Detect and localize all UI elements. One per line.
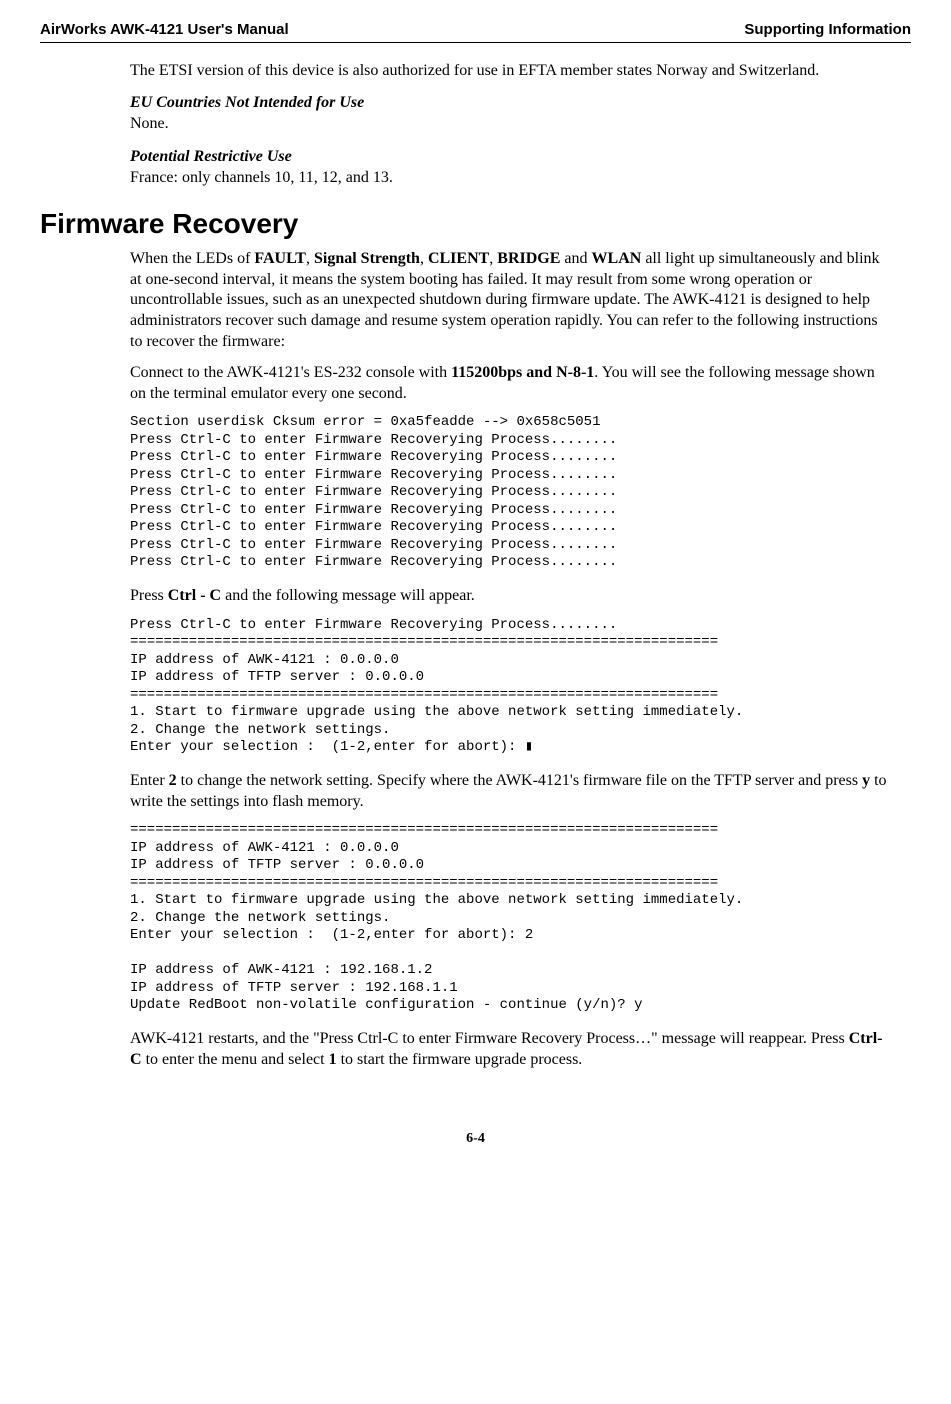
option-2-bold: 2 — [169, 772, 177, 789]
recovery-para-4: Enter 2 to change the network setting. S… — [130, 771, 891, 813]
text: and — [560, 250, 591, 267]
baud-bold: 115200bps and N-8-1 — [451, 364, 594, 381]
firmware-recovery-heading: Firmware Recovery — [40, 206, 911, 242]
bridge-bold: BRIDGE — [497, 250, 560, 267]
page-number: 6-4 — [40, 1130, 911, 1148]
option-1-bold: 1 — [329, 1051, 337, 1068]
text: , — [420, 250, 428, 267]
recovery-para-3: Press Ctrl - C and the following message… — [130, 586, 891, 607]
signal-strength-bold: Signal Strength — [314, 250, 420, 267]
restrictive-subhead: Potential Restrictive Use — [130, 147, 891, 168]
eu-subhead: EU Countries Not Intended for Use — [130, 93, 891, 114]
terminal-output-1: Section userdisk Cksum error = 0xa5feadd… — [130, 414, 891, 572]
wlan-bold: WLAN — [592, 250, 642, 267]
client-bold: CLIENT — [428, 250, 489, 267]
content-area: The ETSI version of this device is also … — [130, 61, 891, 189]
etsi-paragraph: The ETSI version of this device is also … — [130, 61, 891, 82]
restrictive-body: France: only channels 10, 11, 12, and 13… — [130, 168, 891, 189]
header-left: AirWorks AWK-4121 User's Manual — [40, 20, 289, 40]
recovery-content: When the LEDs of FAULT, Signal Strength,… — [130, 249, 891, 1071]
text: to change the network setting. Specify w… — [177, 772, 862, 789]
text: AWK-4121 restarts, and the "Press Ctrl-C… — [130, 1030, 849, 1047]
header-right: Supporting Information — [744, 20, 911, 40]
text: , — [306, 250, 314, 267]
text: Press — [130, 587, 168, 604]
terminal-output-3: ========================================… — [130, 822, 891, 1015]
text: and the following message will appear. — [221, 587, 475, 604]
eu-body: None. — [130, 114, 891, 135]
recovery-para-1: When the LEDs of FAULT, Signal Strength,… — [130, 249, 891, 353]
y-bold: y — [862, 772, 870, 789]
text: to enter the menu and select — [142, 1051, 329, 1068]
ctrl-c-bold: Ctrl - C — [168, 587, 221, 604]
recovery-para-2: Connect to the AWK-4121's ES-232 console… — [130, 363, 891, 405]
text: to start the firmware upgrade process. — [337, 1051, 583, 1068]
page-header: AirWorks AWK-4121 User's Manual Supporti… — [40, 20, 911, 43]
text: Enter — [130, 772, 169, 789]
terminal-output-2: Press Ctrl-C to enter Firmware Recoveryi… — [130, 617, 891, 757]
text: Connect to the AWK-4121's ES-232 console… — [130, 364, 451, 381]
fault-bold: FAULT — [254, 250, 306, 267]
text: When the LEDs of — [130, 250, 254, 267]
recovery-para-5: AWK-4121 restarts, and the "Press Ctrl-C… — [130, 1029, 891, 1071]
